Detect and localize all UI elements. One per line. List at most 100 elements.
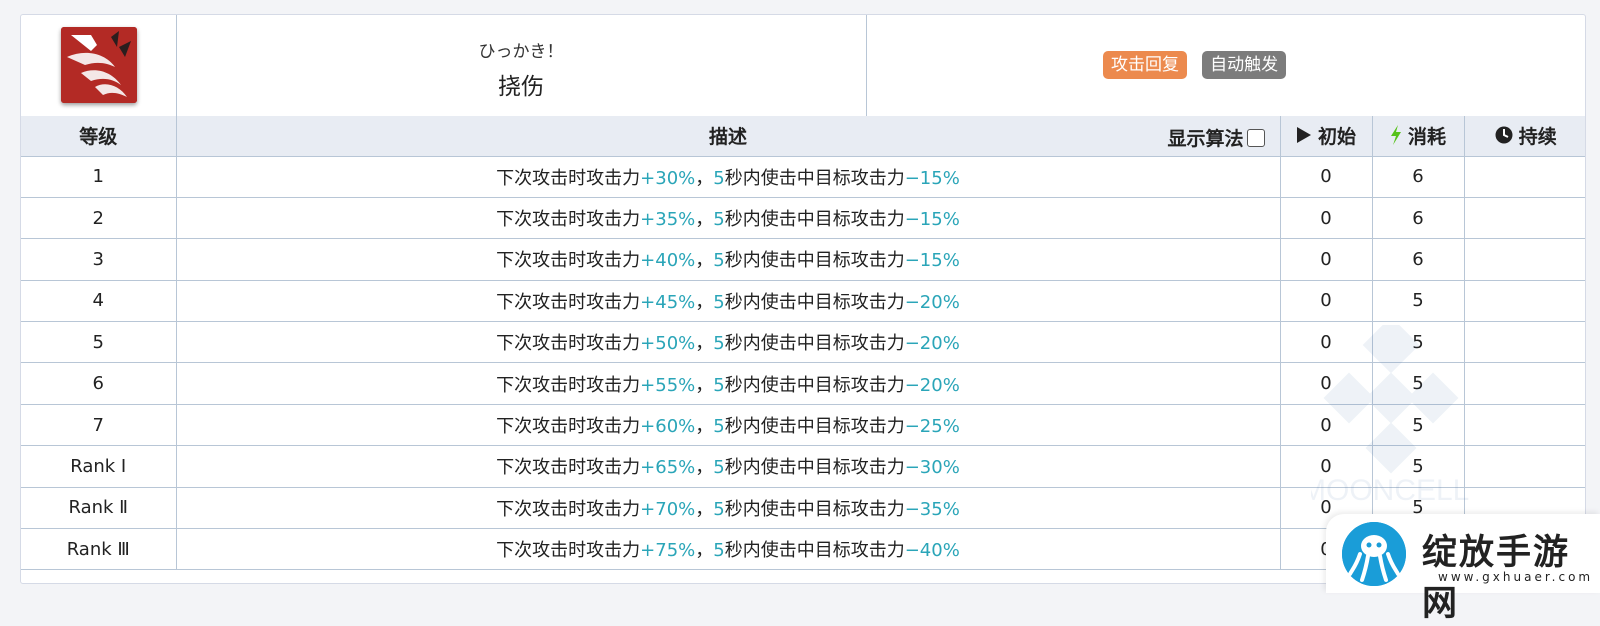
show-formula-checkbox[interactable] <box>1246 128 1265 147</box>
skill-header: ひっかき！ 挠伤 攻击回复 自动触发 <box>21 15 1585 117</box>
duration-cell <box>1463 403 1585 447</box>
level-cell: 5 <box>21 321 177 364</box>
desc-text-a: 下次攻击时攻击力 <box>496 374 641 396</box>
skill-name-cell: ひっかき！ 挠伤 <box>176 15 867 116</box>
level-value: 2 <box>92 207 104 229</box>
level-value: Rank Ⅰ <box>70 455 127 477</box>
site-logo: 绽放手游网 www.gxhuaer.com <box>1326 514 1600 624</box>
logo-url: www.gxhuaer.com <box>1438 570 1594 584</box>
desc-value-atk-up: +30% <box>640 167 696 189</box>
desc-comma: ， <box>695 540 714 562</box>
header-cost-label: 消耗 <box>1407 125 1446 148</box>
duration-cell <box>1463 196 1585 240</box>
desc-text-e: 秒内使击中目标攻击力 <box>724 167 905 189</box>
desc-text-a: 下次攻击时攻击力 <box>496 498 641 520</box>
duration-cell <box>1463 321 1585 364</box>
header-description-label: 描述 <box>708 126 747 149</box>
desc-text-a: 下次攻击时攻击力 <box>496 457 641 479</box>
desc-value-seconds: 5 <box>713 250 725 272</box>
table-row: 3 下次攻击时攻击力+40%，5秒内使击中目标攻击力−15% 0 6 <box>21 238 1585 281</box>
description-cell: 下次攻击时攻击力+50%，5秒内使击中目标攻击力−20% <box>175 321 1281 364</box>
watermark-text: MOONCELL <box>1311 474 1469 505</box>
mooncell-watermark: MOONCELL <box>1311 325 1469 505</box>
desc-value-seconds: 5 <box>713 498 725 520</box>
initial-value: 0 <box>1320 166 1332 188</box>
duration-cell <box>1463 155 1585 198</box>
desc-text-e: 秒内使击中目标攻击力 <box>724 457 905 479</box>
cost-value: 6 <box>1412 248 1424 270</box>
desc-comma: ， <box>695 498 714 520</box>
show-formula-label: 显示算法 <box>1167 128 1244 150</box>
initial-cell: 0 <box>1279 279 1373 323</box>
claw-icon <box>61 27 137 103</box>
description-cell: 下次攻击时攻击力+30%，5秒内使击中目标攻击力−15% <box>175 155 1281 198</box>
desc-value-atk-down: −30% <box>904 457 960 479</box>
level-value: 4 <box>92 290 104 312</box>
header-description: 描述 显示算法 <box>175 116 1281 157</box>
play-icon <box>1296 126 1312 149</box>
desc-value-atk-down: −20% <box>904 374 960 396</box>
header-cost: 消耗 <box>1371 116 1465 157</box>
skill-icon-cell <box>21 15 177 116</box>
desc-value-atk-up: +45% <box>640 291 696 313</box>
table-row: 1 下次攻击时攻击力+30%，5秒内使击中目标攻击力−15% 0 6 <box>21 155 1585 198</box>
desc-value-seconds: 5 <box>713 540 725 562</box>
desc-value-atk-down: −25% <box>904 416 960 438</box>
desc-value-seconds: 5 <box>713 291 725 313</box>
desc-value-atk-down: −20% <box>904 333 960 355</box>
cost-value: 5 <box>1412 290 1424 312</box>
desc-value-atk-down: −20% <box>904 291 960 313</box>
desc-comma: ， <box>695 209 714 231</box>
skill-name-jp: ひっかき！ <box>478 42 564 62</box>
desc-text-a: 下次攻击时攻击力 <box>496 167 641 189</box>
level-cell: 3 <box>21 238 177 281</box>
header-level: 等级 <box>21 116 177 157</box>
desc-text-a: 下次攻击时攻击力 <box>496 291 641 313</box>
level-value: Rank Ⅱ <box>68 497 129 519</box>
level-value: 5 <box>92 331 104 353</box>
level-value: 6 <box>92 373 104 395</box>
desc-value-seconds: 5 <box>713 416 725 438</box>
show-formula-toggle[interactable]: 显示算法 <box>1167 124 1265 151</box>
desc-value-atk-down: −40% <box>904 540 960 562</box>
description-cell: 下次攻击时攻击力+40%，5秒内使击中目标攻击力−15% <box>175 238 1281 281</box>
description-cell: 下次攻击时攻击力+45%，5秒内使击中目标攻击力−20% <box>175 279 1281 323</box>
desc-text-a: 下次攻击时攻击力 <box>496 333 641 355</box>
level-cell: Rank Ⅲ <box>21 528 177 571</box>
desc-value-atk-up: +50% <box>640 333 696 355</box>
level-value: 1 <box>92 166 104 188</box>
table-row: 2 下次攻击时攻击力+35%，5秒内使击中目标攻击力−15% 0 6 <box>21 196 1585 240</box>
desc-text-e: 秒内使击中目标攻击力 <box>724 374 905 396</box>
cost-cell: 5 <box>1371 279 1465 323</box>
desc-value-atk-down: −15% <box>904 250 960 272</box>
level-value: Rank Ⅲ <box>66 538 130 560</box>
header-duration: 持续 <box>1463 116 1585 157</box>
desc-comma: ， <box>695 250 714 272</box>
desc-value-atk-up: +65% <box>640 457 696 479</box>
initial-cell: 0 <box>1279 196 1373 240</box>
desc-text-a: 下次攻击时攻击力 <box>496 416 641 438</box>
desc-comma: ， <box>695 291 714 313</box>
desc-comma: ， <box>695 416 714 438</box>
desc-value-atk-up: +60% <box>640 416 696 438</box>
level-cell: 1 <box>21 155 177 198</box>
duration-cell <box>1463 279 1585 323</box>
desc-text-a: 下次攻击时攻击力 <box>496 540 641 562</box>
cost-cell: 6 <box>1371 155 1465 198</box>
level-cell: Rank Ⅱ <box>21 486 177 530</box>
level-cell: 7 <box>21 403 177 447</box>
cost-value: 6 <box>1412 207 1424 229</box>
description-cell: 下次攻击时攻击力+35%，5秒内使击中目标攻击力−15% <box>175 196 1281 240</box>
desc-text-e: 秒内使击中目标攻击力 <box>724 291 905 313</box>
desc-value-atk-up: +55% <box>640 374 696 396</box>
description-cell: 下次攻击时攻击力+75%，5秒内使击中目标攻击力−40% <box>175 528 1281 571</box>
desc-comma: ， <box>695 167 714 189</box>
table-header-row: 等级 描述 显示算法 初始 消耗 持续 <box>21 116 1585 157</box>
skill-card: ひっかき！ 挠伤 攻击回复 自动触发 等级 描述 显示算法 初始 消耗 持续 1… <box>20 14 1586 584</box>
initial-cell: 0 <box>1279 155 1373 198</box>
desc-value-seconds: 5 <box>713 209 725 231</box>
desc-text-e: 秒内使击中目标攻击力 <box>724 209 905 231</box>
level-cell: 6 <box>21 362 177 405</box>
desc-comma: ， <box>695 333 714 355</box>
level-cell: 4 <box>21 279 177 323</box>
